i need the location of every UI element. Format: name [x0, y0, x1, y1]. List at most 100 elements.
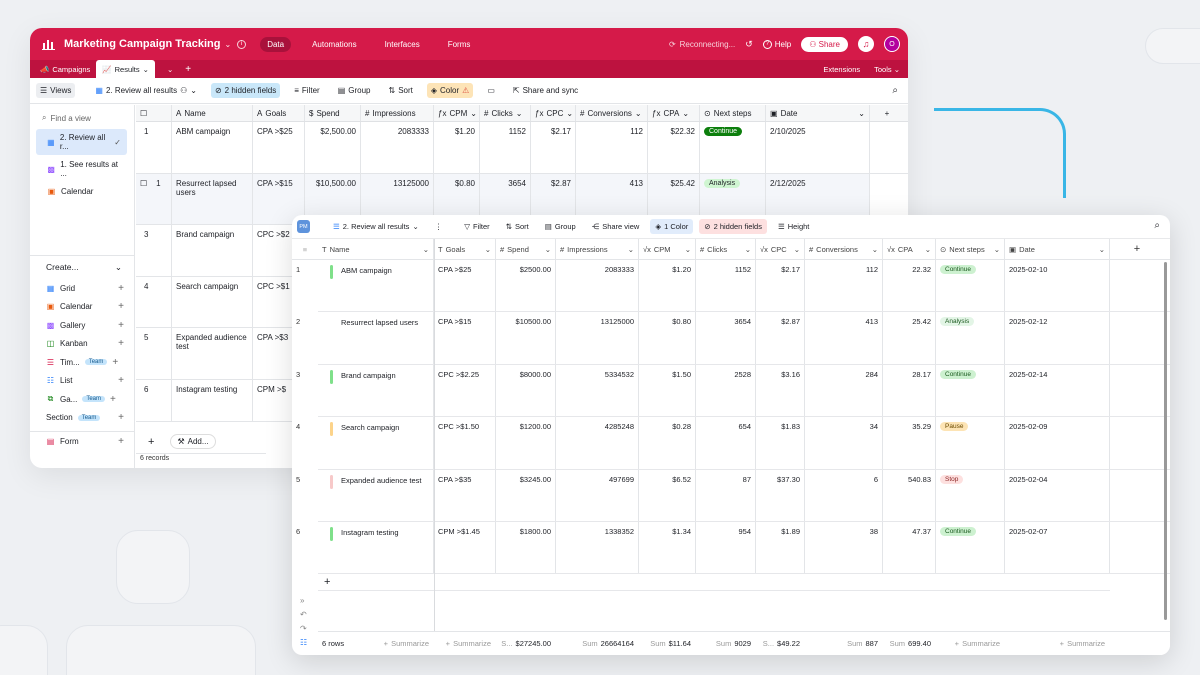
- table-row[interactable]: Expanded audience test CPA >$35 $3245.00 49…: [296, 469, 1170, 522]
- cell-name[interactable]: ABM campaign: [172, 122, 253, 173]
- cell-cpc[interactable]: $1.89: [756, 521, 805, 574]
- cell-goals[interactable]: CPA >$15: [434, 312, 496, 364]
- cell-date[interactable]: 2025-02-07: [1005, 521, 1110, 574]
- cell-name[interactable]: Expanded audience test: [318, 469, 434, 521]
- vertical-scrollbar[interactable]: [1164, 262, 1167, 620]
- col-spend[interactable]: $ Spend: [305, 105, 361, 121]
- col-conversions[interactable]: # Conversions ⌄: [805, 239, 883, 259]
- cell-next-steps[interactable]: Stop: [936, 469, 1005, 521]
- cell-spend[interactable]: $1200.00: [496, 417, 556, 469]
- cell-cpa[interactable]: 25.42: [883, 312, 936, 364]
- cell-conversions[interactable]: 413: [805, 312, 883, 364]
- cell-clicks[interactable]: 1152: [696, 260, 756, 312]
- sidebar-view-review[interactable]: ▦ 2. Review all r... ✓: [36, 129, 127, 155]
- cell-next-steps[interactable]: Continue: [936, 364, 1005, 417]
- cell-cpa[interactable]: 22.32: [883, 260, 936, 312]
- create-list[interactable]: ☷ List +: [30, 372, 134, 391]
- cell-conversions[interactable]: 284: [805, 364, 883, 417]
- table-row[interactable]: 1 ABM campaign CPA >$25 $2,500.00 208333…: [136, 122, 908, 174]
- add-field-icon[interactable]: +: [870, 105, 904, 121]
- col-cpm[interactable]: ƒx CPM ⌄: [434, 105, 480, 121]
- col-cpc[interactable]: √x CPC ⌄: [756, 239, 805, 259]
- add-table-icon[interactable]: +: [179, 60, 197, 78]
- row-checkbox[interactable]: ☐: [140, 179, 147, 188]
- row-height-icon[interactable]: ▭: [483, 83, 499, 98]
- summarize-next-steps[interactable]: + Summarize: [936, 639, 1005, 648]
- view-switcher[interactable]: ▦ 2. Review all results ⚇ ⌄: [91, 83, 201, 98]
- more-options-icon[interactable]: ⋮: [430, 219, 448, 234]
- cell-next-steps[interactable]: Analysis: [936, 312, 1005, 364]
- cell-cpm[interactable]: $1.20: [639, 260, 696, 312]
- create-section[interactable]: Section Team +: [30, 409, 134, 428]
- view-switcher[interactable]: ☰ 2. Review all results ⌄: [328, 219, 424, 234]
- cell-name[interactable]: Brand campaign: [172, 225, 253, 276]
- cell-cpa[interactable]: 540.83: [883, 469, 936, 521]
- row-height-button[interactable]: ☰ Height: [773, 219, 814, 234]
- table-row[interactable]: Resurrect lapsed users CPA >$15 $10500.00 1…: [296, 312, 1170, 365]
- col-name[interactable]: A Name: [172, 105, 253, 121]
- tools-button[interactable]: Tools ⌄: [874, 65, 900, 74]
- cell-goals[interactable]: CPM >$1.45: [434, 521, 496, 574]
- cell-next-steps[interactable]: Continue: [936, 521, 1005, 574]
- cell-cpc[interactable]: $2.87: [756, 312, 805, 364]
- cell-impressions[interactable]: 2083333: [556, 260, 639, 312]
- cell-goals[interactable]: CPA >$35: [434, 469, 496, 521]
- cell-spend[interactable]: $2,500.00: [305, 122, 361, 173]
- table-row[interactable]: ABM campaign CPA >$25 $2500.00 2083333 $1.20…: [296, 260, 1170, 313]
- col-next-steps[interactable]: ⊙ Next steps: [700, 105, 766, 121]
- extensions-button[interactable]: Extensions: [823, 65, 860, 74]
- col-cpc[interactable]: ƒx CPC ⌄: [531, 105, 576, 121]
- col-impressions[interactable]: # Impressions: [361, 105, 434, 121]
- cell-name[interactable]: Instagram testing: [172, 379, 253, 421]
- cell-goals[interactable]: CPA >$25: [253, 122, 305, 173]
- cell-date[interactable]: 2/10/2025: [766, 122, 870, 173]
- summarize-name[interactable]: + Summarize: [375, 639, 434, 648]
- sort-button[interactable]: ⇅ Sort: [501, 219, 534, 234]
- cell-goals[interactable]: CPC >$2.25: [434, 364, 496, 417]
- table-row[interactable]: Search campaign CPC >$1.50 $1200.00 4285248…: [296, 417, 1170, 470]
- sum-cpa[interactable]: Sum 699.40: [883, 639, 936, 648]
- find-view-input[interactable]: ⌕ Find a view: [42, 113, 128, 123]
- cell-cpa[interactable]: $22.32: [648, 122, 700, 173]
- cell-cpc[interactable]: $3.16: [756, 364, 805, 417]
- base-logo-icon[interactable]: [42, 37, 56, 51]
- chevron-down-icon[interactable]: ⌄: [143, 65, 149, 74]
- create-grid[interactable]: ▦ Grid +: [30, 279, 134, 298]
- base-name[interactable]: Marketing Campaign Tracking: [64, 38, 220, 50]
- views-toggle-button[interactable]: ☰ Views: [36, 83, 76, 98]
- cell-conversions[interactable]: 112: [805, 260, 883, 312]
- summarize-date[interactable]: + Summarize: [1005, 639, 1110, 648]
- col-goals[interactable]: T Goals ⌄: [434, 239, 496, 259]
- table-row[interactable]: Brand campaign CPC >$2.25 $8000.00 5334532 $…: [296, 364, 1170, 418]
- search-icon[interactable]: ⌕: [892, 85, 898, 96]
- cell-clicks[interactable]: 1152: [480, 122, 531, 173]
- cell-goals[interactable]: CPC >$1.50: [434, 417, 496, 469]
- cell-cpc[interactable]: $1.83: [756, 417, 805, 469]
- add-record-icon[interactable]: +: [318, 574, 1110, 592]
- cell-clicks[interactable]: 87: [696, 469, 756, 521]
- cell-spend[interactable]: $3245.00: [496, 469, 556, 521]
- cell-cpa[interactable]: 28.17: [883, 364, 936, 417]
- history-icon[interactable]: ↺: [745, 39, 753, 50]
- col-name[interactable]: T Name ⌄: [318, 239, 434, 259]
- cell-impressions[interactable]: 13125000: [556, 312, 639, 364]
- sum-cpc[interactable]: S... $49.22: [756, 639, 805, 648]
- cell-cpa[interactable]: 47.37: [883, 521, 936, 574]
- sum-spend[interactable]: S... $27245.00: [496, 639, 556, 648]
- create-timeline[interactable]: ☰ Tim... Team +: [30, 353, 134, 372]
- help-button[interactable]: ? Help: [762, 39, 791, 49]
- col-cpa[interactable]: √x CPA ⌄: [883, 239, 936, 259]
- cell-cpm[interactable]: $1.34: [639, 521, 696, 574]
- cell-next-steps[interactable]: Continue: [700, 122, 766, 173]
- cell-clicks[interactable]: 3654: [696, 312, 756, 364]
- cell-name[interactable]: Resurrect lapsed users: [172, 173, 253, 224]
- workspace-badge[interactable]: PM: [297, 220, 310, 233]
- expand-icon[interactable]: »: [300, 596, 307, 605]
- search-icon[interactable]: ⌕: [1154, 220, 1160, 231]
- tab-campaigns[interactable]: 📣 Campaigns: [34, 60, 96, 78]
- color-button[interactable]: ◈ Color ⚠: [426, 83, 474, 98]
- cell-cpc[interactable]: $37.30: [756, 469, 805, 521]
- create-header[interactable]: Create... ⌄: [30, 255, 134, 279]
- table-row[interactable]: Instagram testing CPM >$1.45 $1800.00 13383…: [296, 521, 1170, 575]
- cell-next-steps[interactable]: Pause: [936, 417, 1005, 469]
